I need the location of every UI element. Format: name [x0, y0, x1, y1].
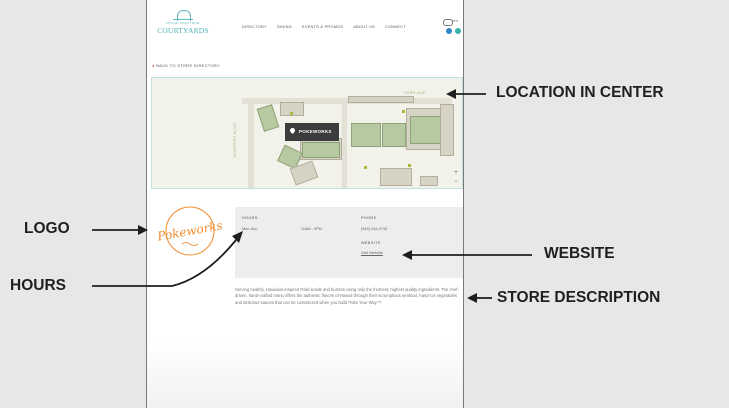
- arrow-website-head: [402, 250, 412, 260]
- arrow-hours-head: [232, 231, 243, 243]
- annotation-logo: LOGO: [24, 220, 70, 237]
- arrow-location-head: [446, 89, 456, 99]
- arrow-hours: [92, 239, 237, 287]
- arrow-description-head: [467, 293, 477, 303]
- annotation-website: WEBSITE: [544, 245, 615, 262]
- annotation-description: STORE DESCRIPTION: [497, 289, 661, 306]
- arrow-logo-head: [138, 225, 148, 235]
- annotation-hours: HOURS: [10, 277, 66, 294]
- annotation-location: LOCATION IN CENTER: [496, 84, 664, 101]
- annotation-arrows: [92, 89, 532, 303]
